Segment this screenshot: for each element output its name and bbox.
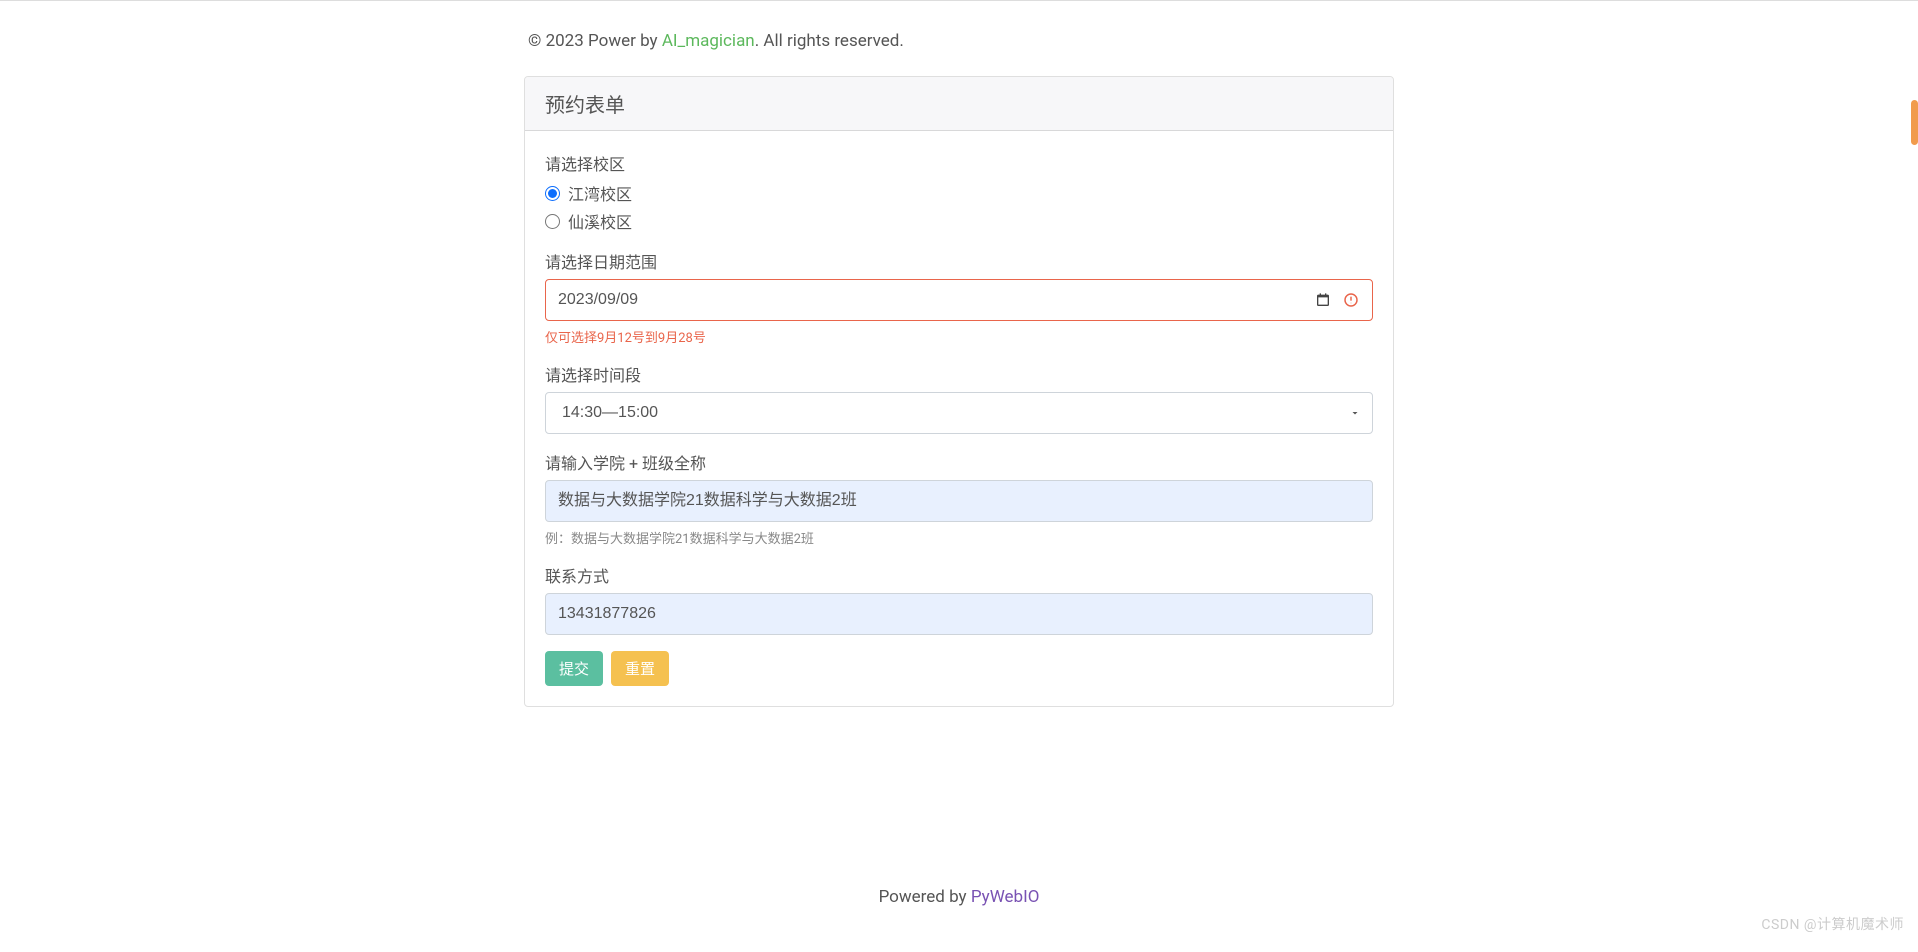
- contact-group: 联系方式: [545, 563, 1373, 635]
- copyright-prefix: © 2023 Power by: [528, 31, 662, 51]
- button-row: 提交 重置: [545, 651, 1373, 686]
- campus-option-label[interactable]: 仙溪校区: [568, 209, 632, 233]
- date-error-text: 仅可选择9月12号到9月28号: [545, 327, 1373, 346]
- contact-input[interactable]: [545, 593, 1373, 635]
- campus-label: 请选择校区: [545, 151, 1373, 175]
- time-group: 请选择时间段 14:30—15:00: [545, 362, 1373, 434]
- class-help-text: 例：数据与大数据学院21数据科学与大数据2班: [545, 528, 1373, 547]
- contact-label: 联系方式: [545, 563, 1373, 587]
- campus-option-label[interactable]: 江湾校区: [568, 181, 632, 205]
- campus-radio-xianxi[interactable]: [545, 214, 560, 229]
- time-label: 请选择时间段: [545, 362, 1373, 386]
- reset-button[interactable]: 重置: [611, 651, 669, 686]
- class-group: 请输入学院 + 班级全称 例：数据与大数据学院21数据科学与大数据2班: [545, 450, 1373, 547]
- campus-radio-jiangwan[interactable]: [545, 186, 560, 201]
- copyright-suffix: . All rights reserved.: [755, 31, 904, 51]
- submit-button[interactable]: 提交: [545, 651, 603, 686]
- class-input[interactable]: [545, 480, 1373, 522]
- footer-prefix: Powered by: [879, 887, 971, 907]
- class-label: 请输入学院 + 班级全称: [545, 450, 1373, 474]
- footer: Powered by PyWebIO: [0, 867, 1918, 927]
- date-input[interactable]: [545, 279, 1373, 321]
- date-group: 请选择日期范围 仅可选择9月12号到9月28号: [545, 249, 1373, 346]
- pywebio-link[interactable]: PyWebIO: [971, 887, 1040, 907]
- campus-group: 请选择校区 江湾校区 仙溪校区: [545, 151, 1373, 233]
- scrollbar-thumb[interactable]: [1911, 100, 1918, 145]
- copyright-line: © 2023 Power by AI_magician. All rights …: [524, 31, 1394, 51]
- time-select[interactable]: 14:30—15:00: [545, 392, 1373, 434]
- date-label: 请选择日期范围: [545, 249, 1373, 273]
- card-title: 预约表单: [525, 77, 1393, 131]
- form-card: 预约表单 请选择校区 江湾校区 仙溪校区 请选择日期范围: [524, 76, 1394, 707]
- author-link[interactable]: AI_magician: [662, 31, 755, 51]
